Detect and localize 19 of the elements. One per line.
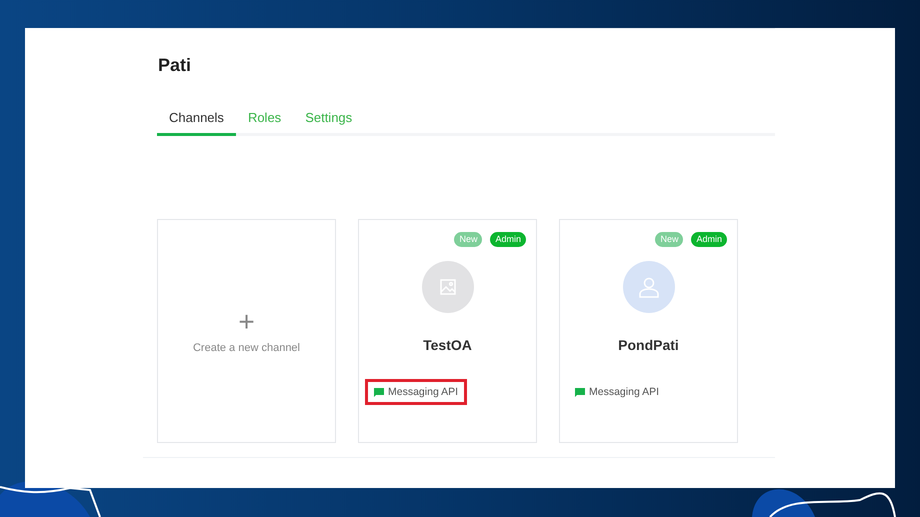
role-badge: Admin [490,232,526,247]
channel-card[interactable]: New Admin PondPati Messaging API [559,219,738,443]
page-title: Pati [158,54,192,77]
person-icon [638,276,660,298]
image-icon [438,278,456,296]
channel-type: Messaging API [388,386,458,398]
channel-name: TestOA [423,337,472,353]
create-channel-card[interactable]: + Create a new channel [157,219,336,443]
tab[interactable]: Channels [157,104,236,136]
role-badge: New [655,232,684,247]
chat-icon [374,388,384,396]
role-badge: Admin [691,232,727,247]
channel-name: PondPati [618,337,679,353]
chat-icon [575,388,585,396]
channel-type: Messaging API [589,386,660,398]
channel-card[interactable]: New Admin TestOA Messaging API [358,219,537,443]
plus-icon: + [238,308,255,336]
create-channel-label: Create a new channel [192,342,300,354]
role-badge: New [454,232,482,247]
